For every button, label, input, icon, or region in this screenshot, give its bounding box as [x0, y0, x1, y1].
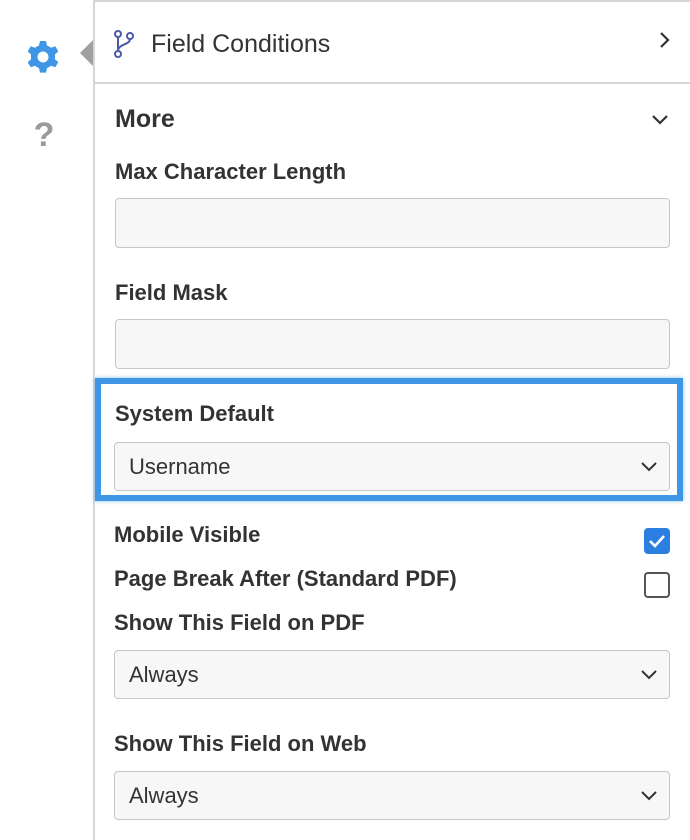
- show-web-select[interactable]: Always: [114, 771, 670, 820]
- left-rail: ?: [0, 0, 93, 840]
- page-break-checkbox[interactable]: [644, 572, 670, 598]
- mobile-visible-label: Mobile Visible: [114, 522, 261, 547]
- field-conditions-title: Field Conditions: [151, 30, 331, 58]
- chevron-right-icon[interactable]: [658, 30, 672, 50]
- max-character-length-label: Max Character Length: [115, 159, 347, 184]
- mobile-visible-checkbox[interactable]: [644, 528, 670, 554]
- show-pdf-label: Show This Field on PDF: [114, 610, 365, 635]
- system-default-select[interactable]: Username: [114, 442, 670, 491]
- gear-icon[interactable]: [25, 39, 61, 75]
- system-default-label: System Default: [115, 401, 274, 426]
- show-web-label: Show This Field on Web: [114, 731, 367, 756]
- show-web-value: Always: [129, 783, 199, 808]
- chevron-down-icon: [641, 462, 657, 472]
- check-icon: [649, 535, 665, 548]
- system-default-value: Username: [129, 454, 231, 479]
- branch-icon: [114, 30, 134, 58]
- field-mask-input[interactable]: [115, 319, 670, 369]
- show-pdf-value: Always: [129, 662, 199, 687]
- panel-pointer-icon: [80, 40, 93, 66]
- max-character-length-input[interactable]: [115, 198, 670, 248]
- field-mask-label: Field Mask: [115, 280, 228, 305]
- chevron-down-icon: [641, 670, 657, 680]
- chevron-down-icon: [641, 791, 657, 801]
- page-break-label: Page Break After (Standard PDF): [114, 566, 457, 591]
- chevron-down-icon[interactable]: [650, 113, 670, 127]
- help-icon[interactable]: ?: [27, 118, 61, 152]
- show-pdf-select[interactable]: Always: [114, 650, 670, 699]
- field-conditions-header[interactable]: Field Conditions: [95, 2, 690, 84]
- more-section-title[interactable]: More: [115, 103, 175, 135]
- system-default-highlight: System Default Username: [95, 378, 683, 501]
